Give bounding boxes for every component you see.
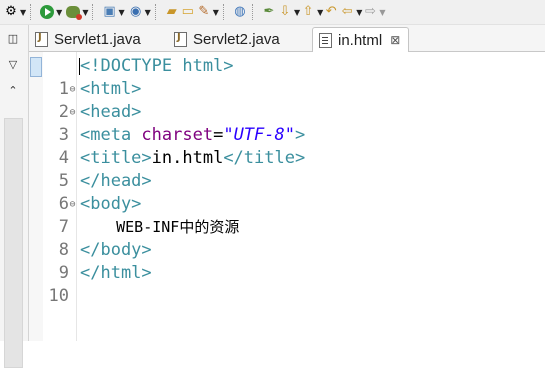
code-text: <body> [80, 194, 142, 214]
code-tag: <title> [80, 148, 152, 168]
open-group: ▰ ▭ ✎ ▼ [164, 0, 219, 24]
chevron-down-icon[interactable]: ▼ [56, 8, 62, 17]
code-text: <head> [80, 102, 142, 122]
code-attribute: charset [141, 125, 214, 145]
code-line[interactable]: 3 ⊖ <head> [29, 101, 545, 145]
globe-icon[interactable]: ◍ [232, 4, 248, 20]
code-text: <html> [80, 79, 142, 99]
chevron-down-icon[interactable]: ▼ [379, 8, 385, 17]
code-text: </html> [80, 263, 152, 283]
tab-servlet2-java[interactable]: Servlet2.java [174, 27, 280, 51]
code-line[interactable]: 8 WEB-INF中的资源 [29, 216, 545, 260]
nav-group: ✒ ⇩ ▼ ⇧ ▼ ↶ ⇦ ▼ ⇨ ▼ [261, 0, 385, 24]
open-type-icon[interactable]: ▰ [164, 4, 180, 20]
chevron-up-icon[interactable]: ⌃ [4, 81, 22, 99]
next-annotation-icon[interactable]: ⇩ [277, 4, 293, 20]
tab-servlet1-java[interactable]: Servlet1.java [35, 27, 141, 51]
java-file-icon [174, 31, 187, 47]
chevron-down-icon[interactable]: ▼ [82, 8, 88, 17]
toolbar-separator [30, 4, 32, 20]
chevron-down-icon[interactable]: ▼ [118, 8, 124, 17]
new-wizard-icon[interactable]: ▣ [101, 4, 117, 20]
line-number: 10 [48, 286, 69, 306]
forward-arrow-icon[interactable]: ⇨ [362, 4, 378, 20]
left-panel-strip: ◫ ▽ ⌃ [0, 25, 29, 368]
fold-collapse-icon[interactable]: ⊖ [68, 193, 77, 216]
folder-icon[interactable]: ▭ [180, 4, 196, 20]
code-editor[interactable]: 1 <!DOCTYPE html> 2 ⊖ <html> 3 ⊖ <head> … [29, 52, 545, 341]
code-text: </body> [80, 240, 152, 260]
code-tag: </title> [223, 148, 306, 168]
left-scrollbar[interactable] [4, 118, 23, 368]
code-line[interactable]: 6 </head> [29, 170, 545, 214]
code-line[interactable]: 4 <meta charset="UTF-8"> [29, 124, 545, 168]
last-edit-icon[interactable]: ↶ [323, 4, 339, 20]
new-group: ▣ ▼ [101, 0, 124, 24]
pin-icon[interactable]: ✒ [261, 4, 277, 20]
code-line[interactable]: 10 </html> [29, 262, 545, 306]
toolbar-group-1: ⚙ ▼ [3, 0, 26, 24]
toolbar-separator [222, 4, 225, 20]
previous-annotation-icon[interactable]: ⇧ [300, 4, 316, 20]
tab-label: Servlet2.java [193, 30, 280, 48]
tab-label: in.html [338, 31, 383, 49]
toolbar-separator [92, 4, 94, 20]
code-line[interactable]: 7 ⊖ <body> [29, 193, 545, 237]
fold-collapse-icon[interactable]: ⊖ [68, 101, 77, 124]
tab-in-html[interactable]: in.html ⊠ [312, 27, 410, 52]
code-line[interactable]: 9 </body> [29, 239, 545, 283]
toolbar-separator [154, 4, 157, 20]
server-icon[interactable]: ◉ [128, 4, 144, 20]
code-text: <meta charset="UTF-8"> [80, 124, 305, 147]
chevron-down-icon[interactable]: ▼ [213, 8, 219, 17]
close-icon[interactable]: ⊠ [390, 33, 400, 47]
code-line[interactable]: 1 <!DOCTYPE html> [29, 55, 545, 99]
editor-tab-bar: Servlet1.java Servlet2.java in.html ⊠ [29, 25, 545, 52]
code-line[interactable]: 5 <title>in.html</title> [29, 147, 545, 191]
view-menu-icon[interactable]: ▽ [4, 55, 22, 73]
code-text: <title>in.html</title> [80, 147, 305, 170]
debug-icon[interactable] [65, 4, 83, 20]
chevron-down-icon[interactable]: ▼ [20, 8, 26, 17]
web-group: ◍ [232, 0, 248, 24]
tab-label: Servlet1.java [54, 30, 141, 48]
java-file-icon [35, 31, 48, 47]
run-icon[interactable] [39, 4, 55, 20]
code-text: </head> [80, 171, 152, 191]
pen-icon[interactable]: ✎ [196, 4, 212, 20]
back-arrow-icon[interactable]: ⇦ [339, 4, 355, 20]
code-plain-text: in.html [151, 148, 224, 168]
code-equals: = [213, 125, 224, 145]
code-text: <!DOCTYPE html> [80, 56, 234, 76]
code-string: "UTF-8" [223, 125, 295, 145]
debug-group: ▼ [65, 0, 88, 24]
code-line[interactable]: 2 ⊖ <html> [29, 78, 545, 122]
run-group: ▼ [39, 0, 62, 24]
code-text: WEB-INF中的资源 [80, 218, 240, 236]
code-tag: <meta [80, 125, 142, 145]
gear-icon[interactable]: ⚙ [3, 4, 19, 20]
main-toolbar: ⚙ ▼ ▼ ▼ ▣ ▼ ◉ ▼ ▰ ▭ ✎ ▼ ◍ ✒ ⇩ ▼ ⇧ ▼ ↶ ⇦ ▼ ⇨ ▼ [0, 0, 545, 25]
html-file-icon [319, 32, 332, 48]
code-tag: > [294, 125, 306, 145]
chevron-down-icon[interactable]: ▼ [145, 8, 151, 17]
restore-icon[interactable]: ◫ [4, 29, 22, 47]
toolbar-separator [251, 4, 254, 20]
server-group: ◉ ▼ [128, 0, 151, 24]
fold-collapse-icon[interactable]: ⊖ [68, 78, 77, 101]
